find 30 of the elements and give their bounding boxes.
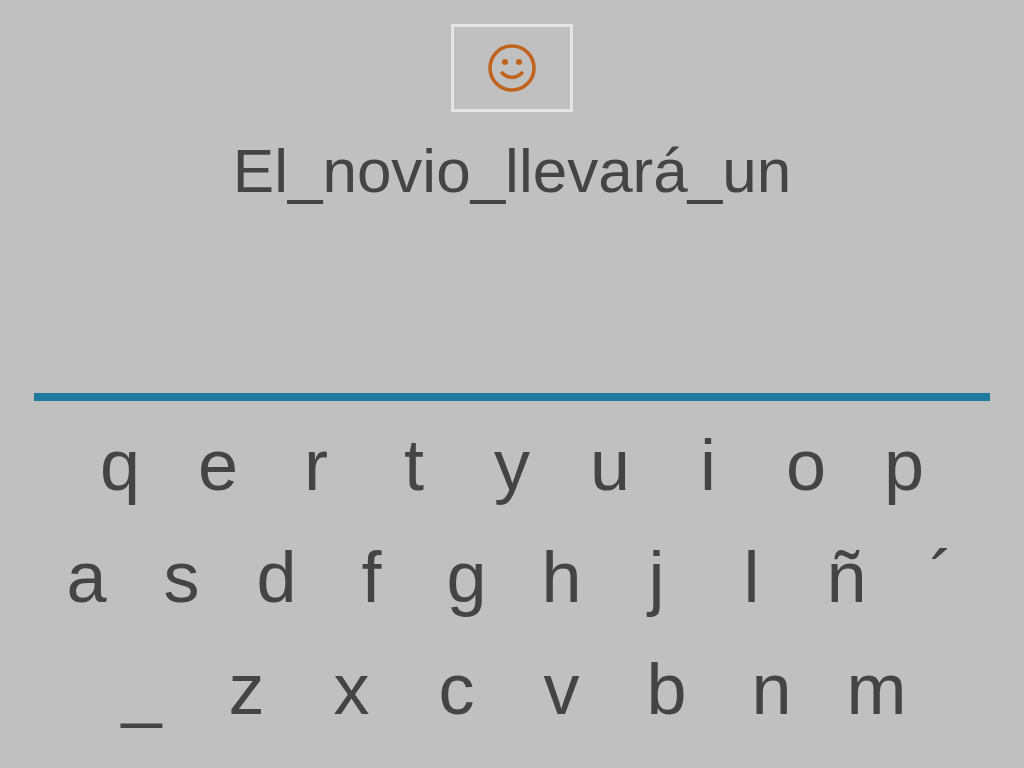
letter-key[interactable]: r — [267, 420, 365, 510]
letter-key[interactable]: q — [71, 420, 169, 510]
smiley-button[interactable] — [451, 24, 573, 112]
letter-key[interactable]: s — [134, 532, 229, 622]
letter-key[interactable]: c — [404, 644, 509, 734]
letter-key[interactable]: j — [609, 532, 704, 622]
letter-key[interactable]: i — [659, 420, 757, 510]
letter-key[interactable]: e — [169, 420, 267, 510]
letter-key[interactable]: f — [324, 532, 419, 622]
letter-key[interactable]: u — [561, 420, 659, 510]
letter-key[interactable]: ´ — [894, 532, 989, 622]
smiley-icon — [487, 43, 537, 93]
letter-key[interactable]: d — [229, 532, 324, 622]
letter-key[interactable]: n — [719, 644, 824, 734]
letter-key[interactable]: y — [463, 420, 561, 510]
letter-key[interactable]: o — [757, 420, 855, 510]
letter-key[interactable]: ñ — [799, 532, 894, 622]
letter-key[interactable]: g — [419, 532, 514, 622]
letter-key[interactable]: _ — [89, 644, 194, 734]
answer-text: El_novio_llevará_un — [232, 136, 792, 206]
letter-key[interactable]: p — [855, 420, 953, 510]
letter-key[interactable]: x — [299, 644, 404, 734]
letter-key[interactable]: l — [704, 532, 799, 622]
letter-key[interactable]: m — [824, 644, 929, 734]
letter-key[interactable]: z — [194, 644, 299, 734]
letter-key[interactable]: b — [614, 644, 719, 734]
letter-key[interactable]: t — [365, 420, 463, 510]
letter-key[interactable]: a — [39, 532, 134, 622]
letter-key[interactable]: h — [514, 532, 609, 622]
letter-key[interactable]: v — [509, 644, 614, 734]
